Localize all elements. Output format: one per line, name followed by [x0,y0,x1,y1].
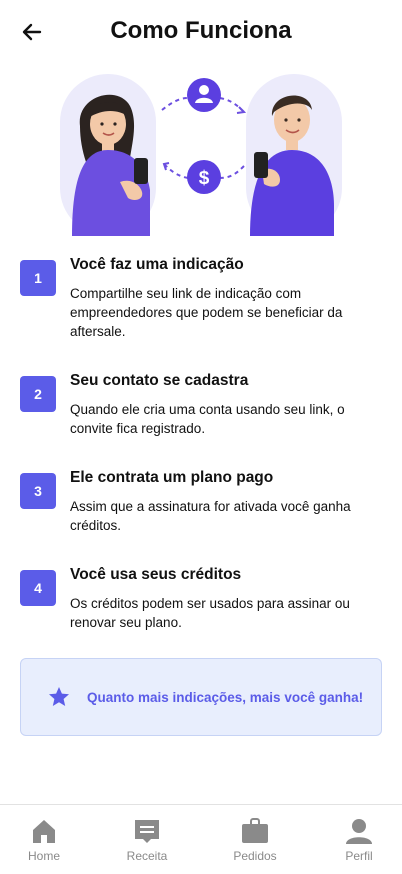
page-title: Como Funciona [110,17,292,44]
step-item: 1 Você faz uma indicação Compartilhe seu… [20,256,382,372]
tip-text: Quanto mais indicações, mais você ganha! [87,689,364,705]
step-item: 4 Você usa seus créditos Os créditos pod… [20,566,382,646]
tip-banner: Quanto mais indicações, mais você ganha! [20,658,382,736]
step-description: Compartilhe seu link de indicação com em… [70,286,343,339]
step-title: Seu contato se cadastra [70,372,249,389]
tab-label: Pedidos [233,849,277,863]
svg-text:$: $ [199,168,210,189]
step-description: Quando ele cria uma conta usando seu lin… [70,402,345,436]
step-number: 2 [20,376,56,412]
tab-label: Perfil [345,849,373,863]
tab-pedidos[interactable]: Pedidos [215,817,295,863]
header: Como Funciona [0,0,402,64]
tab-label: Home [27,849,60,863]
step-number: 1 [20,260,56,296]
receipt-icon [135,820,159,843]
tab-label: Receita [126,849,168,863]
steps-list: 1 Você faz uma indicação Compartilhe seu… [20,256,382,646]
step-description: Os créditos podem ser usados para assina… [70,596,350,630]
step-description: Assim que a assinatura for ativada você … [70,499,351,533]
tab-receita[interactable]: Receita [107,817,187,863]
referral-illustration: $ [58,66,346,236]
step-title: Você faz uma indicação [70,256,244,273]
tab-home[interactable]: Home [4,817,84,863]
bottom-tab-bar: Home Receita Pedidos Perfil [0,804,402,874]
bag-icon [242,818,268,843]
user-icon [187,78,221,112]
step-item: 3 Ele contrata um plano pago Assim que a… [20,469,382,566]
person-icon [346,819,372,844]
step-number: 3 [20,473,56,509]
star-icon [49,687,69,706]
step-item: 2 Seu contato se cadastra Quando ele cri… [20,372,382,469]
home-icon [33,820,55,843]
step-number: 4 [20,570,56,606]
step-title: Ele contrata um plano pago [70,469,274,486]
step-title: Você usa seus créditos [70,566,242,583]
tab-perfil[interactable]: Perfil [319,817,399,863]
dollar-icon: $ [187,160,221,194]
